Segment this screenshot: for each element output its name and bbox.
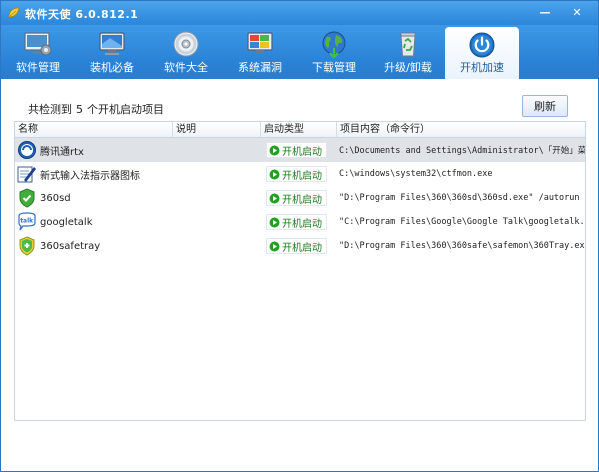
name-cell: 腾讯通rtx	[17, 138, 173, 162]
startup-type-cell: 开机启动	[261, 162, 337, 186]
table-row[interactable]: 360safetray 开机启动 "D:\Program Files\360\3…	[15, 234, 585, 258]
tab-label: 装机必备	[90, 61, 134, 74]
app-logo-icon	[8, 7, 20, 18]
title-bar[interactable]: 软件天使 6.0.812.1 — ✕	[1, 1, 598, 25]
item-name: 腾讯通rtx	[40, 146, 84, 158]
column-header-name[interactable]: 名称	[15, 122, 173, 138]
app-window: 软件天使 6.0.812.1 — ✕ 软件管理 装机必备 软件大全 系统漏洞 下…	[0, 0, 599, 472]
refresh-button[interactable]: 刷新	[522, 95, 568, 117]
startup-type-toggle[interactable]: 开机启动	[266, 142, 327, 158]
table-header: 名称 说明 启动类型 项目内容（命令行）	[15, 122, 585, 138]
startup-type-cell: 开机启动	[261, 234, 337, 258]
description-cell	[173, 186, 261, 210]
main-content: 共检测到 5 个开机启动项目 刷新 名称 说明 启动类型 项目内容（命令行） 腾讯通…	[1, 79, 598, 471]
globe-icon	[322, 31, 346, 59]
command-cell: C:\windows\system32\ctfmon.exe	[339, 169, 493, 179]
startup-type-toggle[interactable]: 开机启动	[266, 166, 327, 182]
startup-type-label: 开机启动	[282, 146, 322, 158]
rtx-icon	[18, 141, 36, 159]
monitor-icon	[99, 32, 125, 55]
software-manage-icon	[24, 32, 52, 56]
power-icon	[469, 32, 495, 58]
tab-label: 升级/卸载	[384, 61, 432, 74]
tab-boot-speedup[interactable]: 开机加速	[445, 27, 519, 79]
tab-label: 软件管理	[16, 61, 60, 74]
play-icon	[269, 169, 280, 179]
window-controls: — ✕	[532, 4, 594, 21]
tab-software-catalog[interactable]: 软件大全	[149, 25, 223, 79]
table-row[interactable]: 360sd 开机启动 "D:\Program Files\360\360sd\3…	[15, 186, 585, 210]
table-row[interactable]: 新式输入法指示器图标 开机启动 C:\windows\system32\ctfm…	[15, 162, 585, 186]
name-cell: 360safetray	[17, 234, 173, 258]
svg-text:talk: talk	[20, 218, 34, 225]
name-cell: 新式输入法指示器图标	[17, 162, 173, 186]
startup-type-label: 开机启动	[282, 170, 322, 182]
description-cell	[173, 162, 261, 186]
tab-download-manage[interactable]: 下载管理	[297, 25, 371, 79]
item-name: googletalk	[40, 216, 93, 228]
startup-type-cell: 开机启动	[261, 138, 337, 162]
column-header-description[interactable]: 说明	[173, 122, 261, 138]
tab-label: 软件大全	[164, 61, 208, 74]
play-icon	[269, 217, 280, 227]
startup-type-cell: 开机启动	[261, 210, 337, 234]
play-icon	[269, 193, 280, 203]
command-cell: "D:\Program Files\360\360sd\360sd.exe" /…	[339, 193, 580, 203]
name-cell: 360sd	[17, 186, 173, 210]
talk-icon: talk	[18, 212, 36, 231]
recycle-bin-icon	[400, 32, 416, 57]
table-row[interactable]: talk googletalk 开机启动 "C:\Program Files\G…	[15, 210, 585, 234]
startup-type-label: 开机启动	[282, 218, 322, 230]
startup-type-cell: 开机启动	[261, 186, 337, 210]
close-button[interactable]: ✕	[560, 4, 594, 21]
pen-icon	[17, 166, 36, 183]
item-name: 新式输入法指示器图标	[40, 170, 140, 182]
360safe-shield-icon	[19, 236, 35, 256]
tab-software-manage[interactable]: 软件管理	[1, 25, 75, 79]
play-icon	[269, 145, 280, 155]
tab-label: 系统漏洞	[238, 61, 282, 74]
window-patch-icon	[247, 32, 273, 54]
tab-label: 开机加速	[460, 61, 504, 74]
summary-prefix: 共检测到	[28, 103, 72, 116]
command-cell: C:\Documents and Settings\Administrator\…	[339, 146, 586, 156]
description-cell	[173, 138, 261, 162]
command-cell: "D:\Program Files\360\360safe\safemon\36…	[339, 241, 586, 251]
startup-type-toggle[interactable]: 开机启动	[266, 190, 327, 206]
command-cell: "C:\Program Files\Google\Google Talk\goo…	[339, 217, 585, 227]
disc-icon	[173, 31, 199, 57]
tab-essential-install[interactable]: 装机必备	[75, 25, 149, 79]
column-header-command[interactable]: 项目内容（命令行）	[337, 122, 585, 138]
tab-upgrade-uninstall[interactable]: 升级/卸载	[371, 25, 445, 79]
tab-system-vulnerability[interactable]: 系统漏洞	[223, 25, 297, 79]
tab-label: 下载管理	[312, 61, 356, 74]
startup-type-label: 开机启动	[282, 194, 322, 206]
main-toolbar: 软件管理 装机必备 软件大全 系统漏洞 下载管理 升级/卸载 开机加速	[1, 25, 598, 79]
window-title: 软件天使 6.0.812.1	[25, 8, 139, 21]
summary-count: 5	[76, 103, 83, 116]
description-cell	[173, 234, 261, 258]
startup-type-label: 开机启动	[282, 242, 322, 254]
table-row[interactable]: 腾讯通rtx 开机启动 C:\Documents and Settings\Ad…	[15, 138, 585, 162]
startup-type-toggle[interactable]: 开机启动	[266, 214, 327, 230]
item-name: 360sd	[40, 192, 71, 204]
column-header-startup-type[interactable]: 启动类型	[261, 122, 337, 138]
360sd-shield-icon	[19, 188, 35, 208]
name-cell: talk googletalk	[17, 210, 173, 234]
description-cell	[173, 210, 261, 234]
minimize-button[interactable]: —	[532, 4, 558, 21]
item-name: 360safetray	[40, 240, 101, 252]
summary-suffix: 个开机启动项目	[87, 103, 164, 116]
startup-type-toggle[interactable]: 开机启动	[266, 238, 327, 254]
detection-summary: 共检测到 5 个开机启动项目	[28, 101, 164, 117]
play-icon	[269, 241, 280, 251]
startup-items-table: 名称 说明 启动类型 项目内容（命令行） 腾讯通rtx 开机启动 C:\Docu…	[14, 121, 586, 421]
